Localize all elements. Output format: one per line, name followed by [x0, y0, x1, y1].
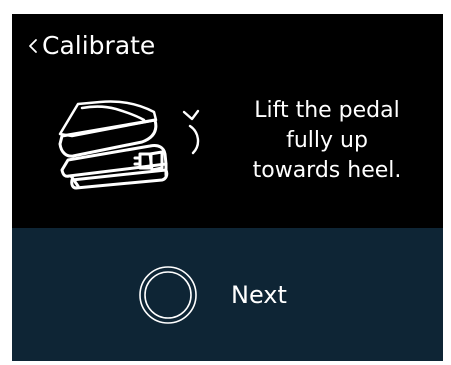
expression-pedal-illustration: [58, 100, 200, 190]
footer-panel: Next: [12, 228, 443, 361]
header: Calibrate: [12, 14, 443, 74]
next-button[interactable]: Next: [136, 252, 287, 338]
next-label: Next: [231, 281, 287, 309]
page-title: Calibrate: [42, 31, 156, 60]
chevron-left-icon: [29, 39, 37, 53]
ring-button-icon: [139, 266, 197, 324]
instruction-text: Lift the pedal fully up towards heel.: [252, 98, 402, 183]
back-button[interactable]: Calibrate: [26, 30, 155, 62]
calibration-screen: Calibrate Lift the pedal fully up toward…: [12, 14, 443, 361]
